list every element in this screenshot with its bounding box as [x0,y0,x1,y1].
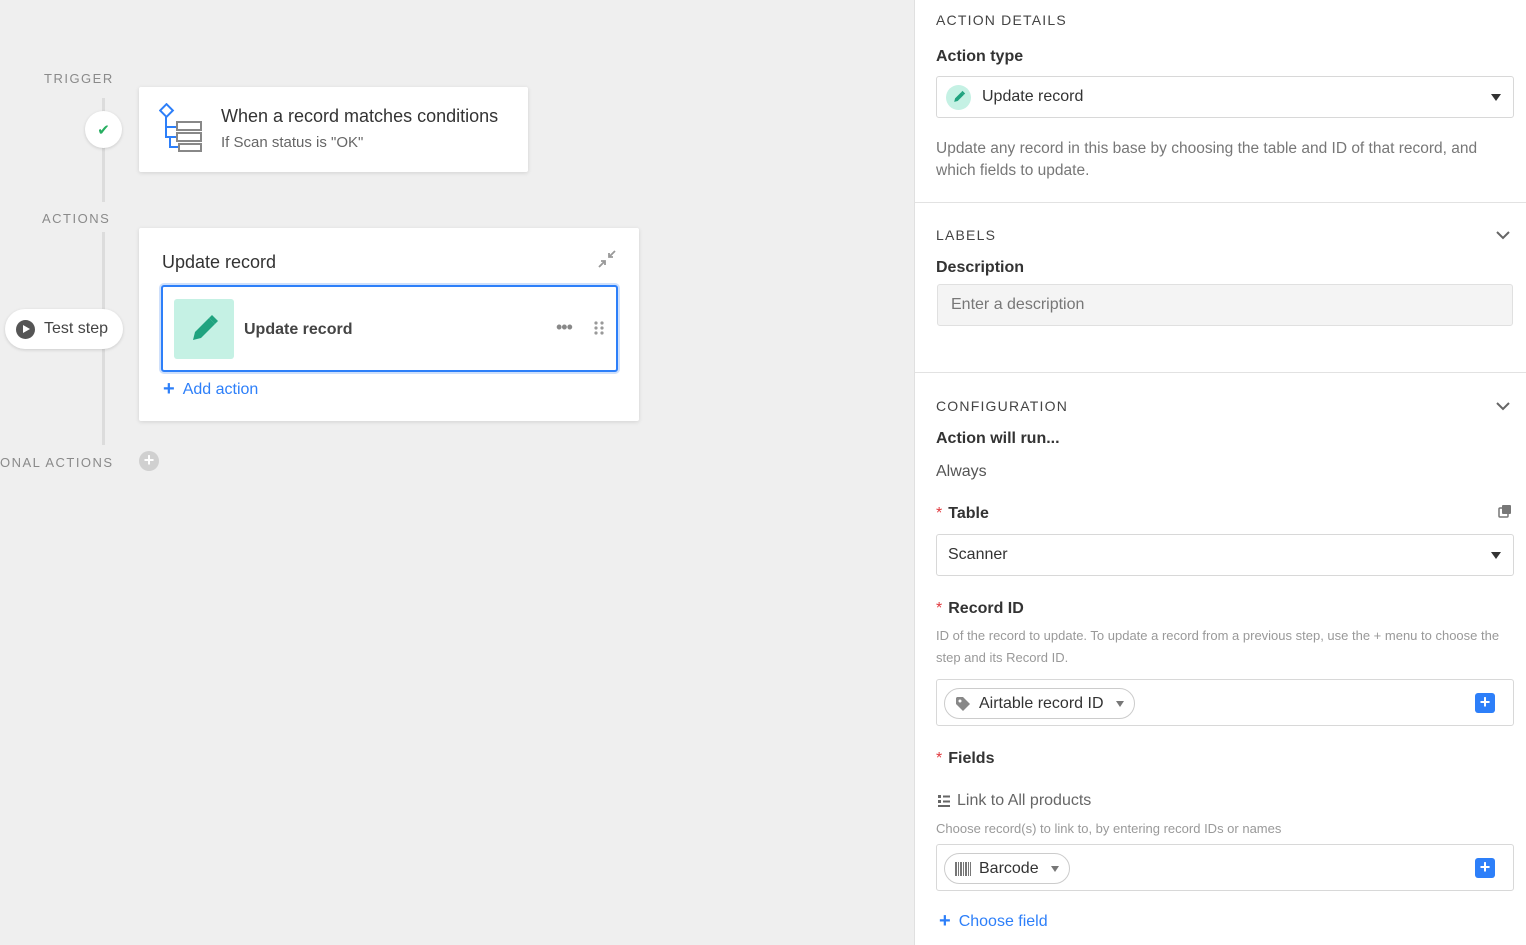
description-label: Description [936,259,1025,276]
configuration-title: CONFIGURATION [936,398,1069,414]
required-marker: * [936,750,943,767]
add-action-button[interactable]: + Add action [163,378,258,401]
conditional-actions-section-label: ONAL ACTIONS [0,455,114,470]
trigger-title: When a record matches conditions [221,106,499,126]
link-field-label-text: Link to All products [957,792,1092,809]
actions-section-label: ACTIONS [42,211,111,226]
test-step-button[interactable]: Test step [5,309,123,349]
barcode-icon [955,861,971,876]
table-value: Scanner [948,546,1008,563]
conditions-icon [159,103,202,152]
record-id-label: * Record ID [936,600,1024,618]
action-item-update-record[interactable]: Update record ••• [161,285,618,372]
action-card-title: Update record [162,252,277,272]
link-field-help: Choose record(s) to link to, by entering… [936,821,1282,836]
trigger-status-check-icon: ✔ [85,111,122,148]
table-label: * Table [936,505,989,523]
action-type-description: Update any record in this base by choosi… [936,140,1478,179]
record-id-label-text: Record ID [948,600,1024,617]
record-id-token[interactable]: Airtable record ID [944,688,1135,719]
table-label-text: Table [948,505,989,522]
chevron-down-icon[interactable] [1495,227,1511,243]
choose-field-label: Choose field [958,912,1048,930]
chevron-down-icon [1491,94,1501,101]
chevron-down-icon [1050,865,1059,872]
fields-label: * Fields [936,750,994,768]
link-field-label: Link to All products [937,792,1091,810]
automation-canvas: TRIGGER ✔ When a record matches conditio… [0,0,914,945]
action-type-select[interactable]: Update record [936,76,1514,118]
choose-field-button[interactable]: + Choose field [939,910,1048,933]
play-icon [16,319,35,339]
trigger-section-label: TRIGGER [44,71,114,86]
record-id-token-label: Airtable record ID [979,694,1104,712]
action-card: Update record Update record ••• + Add ac… [139,228,639,421]
chevron-down-icon[interactable] [1495,398,1511,414]
required-marker: * [936,600,943,617]
flow-line [102,349,105,445]
divider [915,372,1526,373]
link-field-icon [938,795,950,807]
plus-icon: + [939,910,951,932]
action-will-run-value: Always [936,463,987,480]
flow-line [102,232,105,310]
action-type-value: Update record [982,88,1084,105]
copy-icon[interactable] [1498,504,1512,518]
add-conditional-action-icon[interactable]: + [139,451,159,471]
more-options-icon[interactable]: ••• [556,317,573,338]
record-id-help: ID of the record to update. To update a … [936,628,1500,665]
barcode-token-label: Barcode [979,859,1039,877]
action-item-label: Update record [244,321,353,338]
divider [915,202,1526,203]
test-step-label: Test step [44,320,109,337]
chevron-down-icon [1115,700,1124,707]
link-field-input[interactable]: Barcode + [936,844,1514,891]
drag-handle-icon[interactable] [593,320,605,336]
plus-icon: + [163,378,175,400]
labels-title: LABELS [936,227,997,243]
pencil-icon [946,84,971,110]
action-details-panel: ACTION DETAILS Action type Update record… [914,0,1526,945]
add-action-label: Add action [182,380,259,398]
required-marker: * [936,505,943,522]
description-input[interactable]: Enter a description [937,284,1513,326]
trigger-card[interactable]: When a record matches conditions If Scan… [139,87,528,172]
action-details-title: ACTION DETAILS [936,12,1067,28]
collapse-icon[interactable] [597,249,617,269]
tag-icon [956,696,970,711]
insert-value-plus-icon[interactable]: + [1475,693,1495,713]
table-select[interactable]: Scanner [936,534,1514,576]
chevron-down-icon [1491,552,1501,559]
pencil-icon [174,299,234,359]
action-will-run-label: Action will run... [936,430,1060,447]
action-type-label: Action type [936,48,1024,65]
record-id-field[interactable]: Airtable record ID + [936,679,1514,726]
insert-value-plus-icon[interactable]: + [1475,858,1495,878]
trigger-subtitle: If Scan status is "OK" [221,134,364,151]
barcode-token[interactable]: Barcode [944,853,1070,884]
fields-label-text: Fields [948,750,995,767]
